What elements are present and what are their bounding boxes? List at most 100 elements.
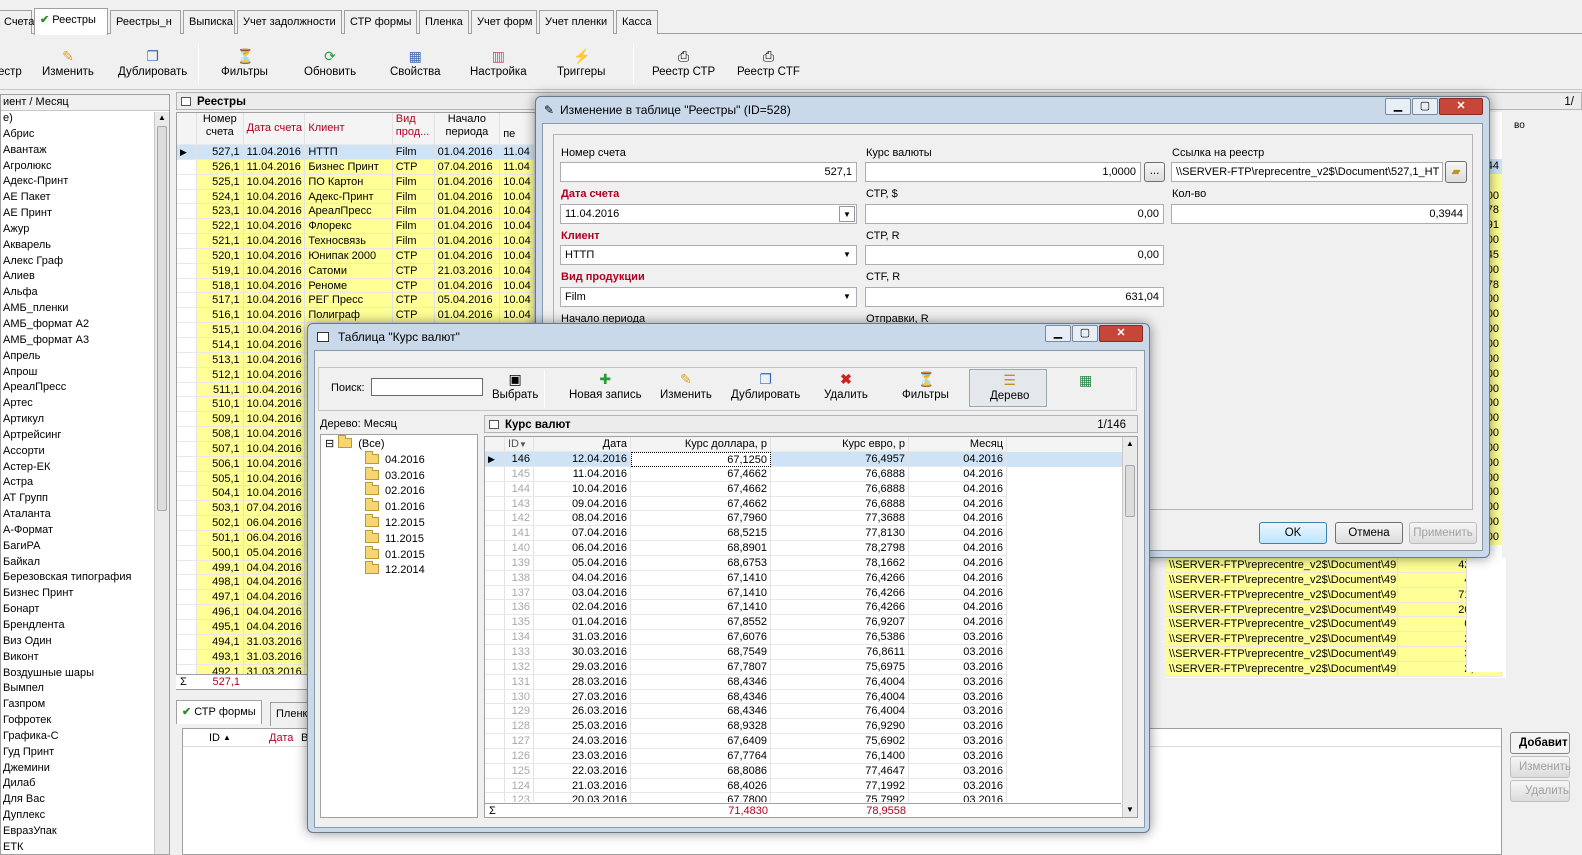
client-list-item[interactable]: АМБ_формат А3 (1, 333, 153, 349)
client-list-item[interactable]: ЕТК (1, 840, 153, 853)
search-input[interactable] (371, 378, 483, 396)
rates-dialog-titlebar[interactable]: Таблица "Курс валют" ▁ ▢ ✕ (308, 324, 1149, 350)
rates-row[interactable]: 134 31.03.2016 67,6076 76,5386 03.2016 (485, 630, 1137, 645)
rates-row[interactable]: 129 26.03.2016 68,4346 76,4004 03.2016 (485, 704, 1137, 720)
client-list-item[interactable]: Адекс-Принт (1, 174, 153, 190)
bottom-col-date[interactable]: Дата (269, 729, 293, 747)
toolbar-settings-button[interactable]: ▥ Настройка (470, 48, 527, 78)
client-list-item[interactable]: Агролюкс (1, 159, 153, 175)
client-list-item[interactable]: А-Формат (1, 523, 153, 539)
tree-node[interactable]: 02.2016 (321, 482, 477, 500)
registry-right-row[interactable]: \\SERVER-FTP\reprecentre_v2$\Document\49… (1166, 661, 1506, 677)
rates-duplicate-button[interactable]: ❐ Дублировать (731, 371, 800, 401)
rates-col-date[interactable]: Дата (534, 437, 631, 452)
rates-delete-button[interactable]: ✖ Удалить (824, 371, 868, 401)
rates-row[interactable]: 139 05.04.2016 68,6753 78,1662 04.2016 (485, 555, 1137, 571)
col-period-end[interactable]: пе (500, 113, 535, 145)
registry-right-row[interactable]: \\SERVER-FTP\reprecentre_v2$\Document\49… (1166, 602, 1506, 618)
registry-row[interactable]: 521,1 10.04.2016 Техносвязь Film 01.04.2016 1… (177, 234, 535, 249)
tree-root[interactable]: ⊟ (Все) (321, 435, 477, 453)
rates-row[interactable]: 128 25.03.2016 68,9328 76,9290 03.2016 (485, 719, 1137, 735)
client-list-item[interactable]: Астер-ЕК (1, 460, 153, 476)
date-picker[interactable]: 11.04.2016 ▼ (560, 204, 857, 224)
client-list-item[interactable]: Апрош (1, 365, 153, 381)
rates-row[interactable]: 125 22.03.2016 68,8086 77,4647 03.2016 (485, 763, 1137, 779)
client-list-item[interactable]: Березовская типография (1, 570, 153, 586)
bottom-col-id[interactable]: ID (209, 729, 220, 747)
client-list-item[interactable]: АМБ_пленки (1, 301, 153, 317)
registry-right-row[interactable]: \\SERVER-FTP\reprecentre_v2$\Document\49… (1166, 558, 1506, 573)
rates-row[interactable]: ▶ 146 12.04.2016 67,1250 76,4957 04.2016 (485, 452, 1137, 467)
rates-row[interactable]: 142 08.04.2016 67,7960 77,3688 04.2016 (485, 511, 1137, 527)
toolbar-registry-ctf-button[interactable]: ⎙ Реестр CTF (737, 48, 800, 78)
tree-node[interactable]: 03.2016 (321, 466, 477, 485)
tab-4[interactable]: Выписка (183, 10, 235, 34)
client-list-item[interactable]: БагиРА (1, 539, 153, 555)
rate-browse-button[interactable]: ... (1144, 162, 1165, 182)
registry-right-row[interactable]: \\SERVER-FTP\reprecentre_v2$\Document\49… (1166, 632, 1506, 648)
client-list-item[interactable]: Вымпел (1, 681, 153, 697)
rates-row[interactable]: 138 04.04.2016 67,1410 76,4266 04.2016 (485, 570, 1137, 586)
rate-input[interactable]: 1,0000 (865, 162, 1141, 182)
scrollbar-thumb[interactable] (157, 126, 167, 511)
tab-6[interactable]: СТР формы (344, 10, 417, 34)
rates-row[interactable]: 131 28.03.2016 68,4346 76,4004 03.2016 (485, 674, 1137, 690)
tab-5[interactable]: Учет задолжности (237, 10, 342, 34)
toolbar-registry-ctp-button[interactable]: ⎙ Реестр СТР (652, 48, 715, 78)
client-list-item[interactable]: Апрель (1, 349, 153, 365)
ok-button[interactable]: OK (1259, 522, 1327, 544)
col-product[interactable]: Вид прод... (392, 113, 435, 145)
rates-row[interactable]: 137 03.04.2016 67,1410 76,4266 04.2016 (485, 585, 1137, 601)
tree-node[interactable]: 01.2015 (321, 545, 477, 564)
rates-row[interactable]: 144 10.04.2016 67,4662 76,6888 04.2016 (485, 481, 1137, 497)
tab-10[interactable]: Касса (616, 10, 658, 34)
toolbar-duplicate-button[interactable]: ❐ Дублировать (118, 48, 187, 78)
client-list-item[interactable]: Газпром (1, 697, 153, 713)
toolbar-add-registry[interactable]: естр (0, 48, 22, 78)
bottom-tab-ctp-forms[interactable]: ✔ СТР формы (176, 700, 262, 724)
client-list-item[interactable]: Алиев (1, 269, 153, 285)
qty-input[interactable]: 0,3944 (1171, 204, 1468, 224)
close-button[interactable]: ✕ (1439, 98, 1483, 115)
toolbar-filters-button[interactable]: ⏳ Фильтры (221, 48, 268, 78)
col-period-start[interactable]: Начало периода (434, 113, 501, 145)
tab-9[interactable]: Учет пленки (539, 10, 614, 34)
col-client[interactable]: Клиент (305, 113, 393, 145)
client-list-item[interactable]: Воздушные шары (1, 666, 153, 682)
rates-col-usd[interactable]: Курс доллара, р (631, 437, 771, 452)
registry-row[interactable]: 517,1 10.04.2016 РЕГ Пресс СТР 05.04.2016 10.… (177, 293, 535, 309)
registry-right-row[interactable]: \\SERVER-FTP\reprecentre_v2$\Document\49… (1166, 617, 1506, 633)
registry-row[interactable]: 525,1 10.04.2016 ПО Картон Film 01.04.2016 10… (177, 174, 535, 190)
minimize-button[interactable]: ▁ (1385, 98, 1411, 115)
rates-row[interactable]: 124 21.03.2016 68,4026 77,1992 03.2016 (485, 778, 1137, 794)
client-list-item[interactable]: Алекс Граф (1, 254, 153, 270)
close-button[interactable]: ✕ (1099, 325, 1143, 342)
export-excel-icon[interactable]: ▦ (1079, 372, 1092, 389)
client-list-item[interactable]: АреалПресс (1, 380, 153, 396)
client-list-item[interactable]: АТ Групп (1, 491, 153, 507)
client-list-item[interactable]: Артес (1, 396, 153, 412)
scrollbar-thumb[interactable] (1125, 465, 1135, 517)
rates-row[interactable]: 140 06.04.2016 68,8901 78,2798 04.2016 (485, 541, 1137, 556)
registry-right-row[interactable]: \\SERVER-FTP\reprecentre_v2$\Document\49… (1166, 647, 1506, 662)
rates-row[interactable]: 123 20.03.2016 67,7800 75,7992 03.2016 (485, 793, 1137, 802)
client-list-item[interactable]: Бонарт (1, 602, 153, 618)
toolbar-refresh-button[interactable]: ⟳ Обновить (304, 48, 356, 78)
tab-7[interactable]: Пленка (419, 10, 469, 34)
rates-row[interactable]: 141 07.04.2016 68,5215 77,8130 04.2016 (485, 526, 1137, 542)
registry-row[interactable]: 526,1 11.04.2016 Бизнес Принт СТР 07.04.2016… (177, 159, 535, 175)
chevron-down-icon[interactable]: ▼ (839, 206, 855, 222)
rates-row[interactable]: 135 01.04.2016 67,8552 76,9207 04.2016 (485, 615, 1137, 631)
client-list-item[interactable]: Абрис (1, 127, 153, 143)
toolbar-edit-button[interactable]: ✎ Изменить (42, 48, 94, 78)
rates-grid-scrollbar[interactable]: ▲ ▼ (1122, 437, 1137, 817)
client-list-item[interactable]: Джемини (1, 761, 153, 777)
rates-col-id[interactable]: ID▼ (505, 437, 534, 452)
client-list-scrollbar[interactable]: ▲ (154, 112, 169, 854)
client-list-item[interactable]: Бизнес Принт (1, 586, 153, 602)
chevron-down-icon[interactable]: ▼ (839, 247, 855, 263)
client-list-item[interactable]: Гофротек (1, 713, 153, 729)
registry-row[interactable]: ▶ 527,1 11.04.2016 НТТП Film 01.04.2016 11.04 (177, 145, 535, 160)
client-list-item[interactable]: Для Вас (1, 792, 153, 808)
invoice-number-input[interactable]: 527,1 (560, 162, 857, 182)
